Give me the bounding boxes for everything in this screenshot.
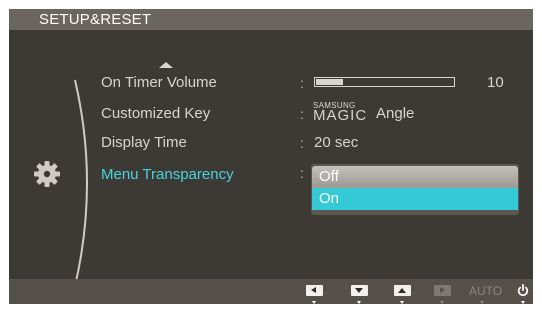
separator-colon: : xyxy=(300,135,304,151)
left-button[interactable] xyxy=(306,285,323,296)
button-indicator xyxy=(440,301,444,304)
up-button[interactable] xyxy=(394,285,411,296)
auto-button[interactable]: AUTO xyxy=(469,284,502,298)
gear-icon xyxy=(34,161,60,187)
scroll-arc xyxy=(74,79,88,287)
menu-item-display-time[interactable]: Display Time xyxy=(101,134,187,151)
option-off[interactable]: Off xyxy=(312,166,518,188)
transparency-dropdown[interactable]: Off On xyxy=(311,164,519,215)
menu-panel: On Timer Volume : 10 Customized Key : SA… xyxy=(9,30,533,287)
button-indicator xyxy=(400,301,404,304)
menu-item-on-timer-volume[interactable]: On Timer Volume xyxy=(101,74,217,91)
button-indicator xyxy=(521,301,525,304)
separator-colon: : xyxy=(300,75,304,91)
footer-bar: AUTO xyxy=(9,279,533,304)
button-indicator xyxy=(357,301,361,304)
right-arrow-icon xyxy=(440,287,445,293)
osd-menu: SETUP&RESET On Timer Volume : 10 Customi… xyxy=(9,9,533,304)
volume-value: 10 xyxy=(487,74,504,91)
menu-item-menu-transparency[interactable]: Menu Transparency xyxy=(101,166,234,183)
volume-bar xyxy=(314,77,455,87)
volume-bar-fill xyxy=(316,79,343,85)
button-indicator xyxy=(480,301,484,304)
header-bar: SETUP&RESET xyxy=(9,9,533,30)
scroll-up-arrow-icon[interactable] xyxy=(159,62,173,68)
down-arrow-icon xyxy=(355,288,363,293)
power-icon[interactable] xyxy=(517,284,529,297)
right-button[interactable] xyxy=(434,285,451,296)
down-button[interactable] xyxy=(351,285,368,296)
up-arrow-icon xyxy=(398,287,406,293)
button-indicator xyxy=(312,301,316,304)
separator-colon: : xyxy=(300,106,304,122)
display-time-value: 20 sec xyxy=(314,134,359,151)
separator-colon: : xyxy=(300,165,304,181)
menu-item-customized-key[interactable]: Customized Key xyxy=(101,105,210,122)
magic-wordmark: MAGIC xyxy=(313,107,368,124)
menu-title: SETUP&RESET xyxy=(39,11,152,28)
angle-label: Angle xyxy=(376,105,415,122)
left-arrow-icon xyxy=(311,287,316,293)
option-on[interactable]: On xyxy=(312,188,518,210)
